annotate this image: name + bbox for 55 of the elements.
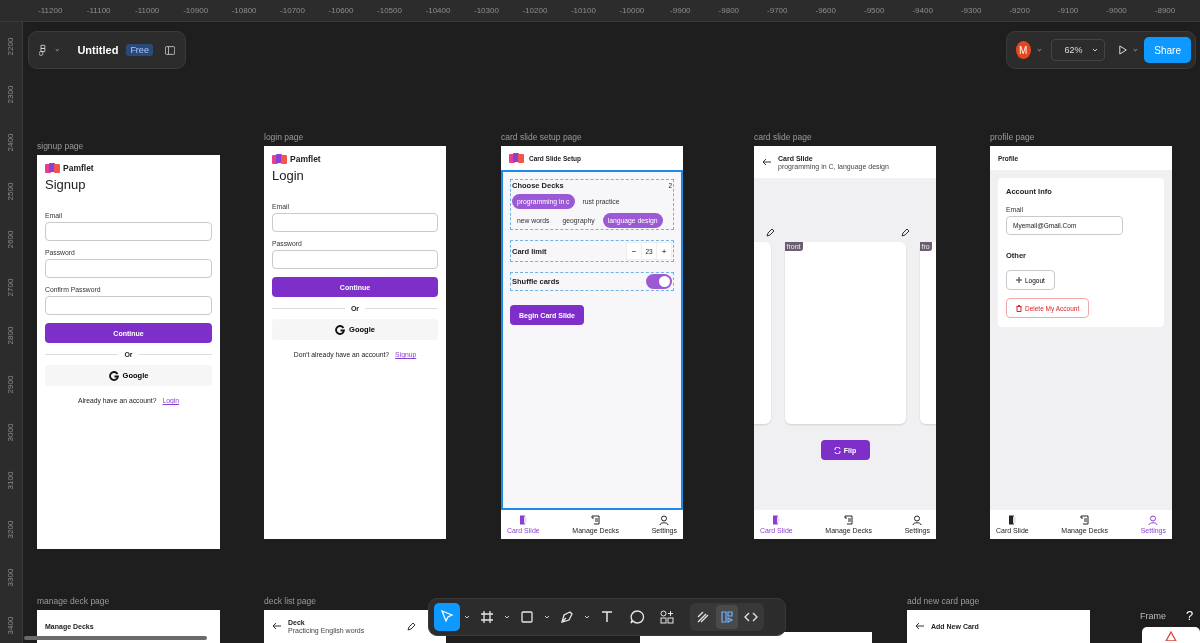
ruler-label: 2500 [6, 182, 16, 200]
brand-name: Pamflet [63, 163, 94, 173]
ruler-label: -10000 [618, 5, 646, 17]
ruler-label: -10200 [521, 5, 549, 17]
help-button[interactable]: ? [1186, 608, 1194, 623]
ruler-label: -10100 [569, 5, 597, 17]
ruler-label: -10700 [279, 5, 307, 17]
ruler-label: -10600 [327, 5, 355, 17]
ruler-label: -10900 [182, 5, 210, 17]
ruler-label: -9200 [1008, 5, 1031, 17]
ruler-label: 3300 [6, 568, 16, 587]
plan-badge: Free [126, 44, 153, 56]
ruler-label: 2800 [6, 327, 16, 345]
ruler-label: -9500 [862, 5, 886, 17]
frame-label[interactable]: card slide page [754, 132, 812, 142]
ruler-label: 3000 [6, 423, 16, 442]
frame-label[interactable]: manage deck page [37, 596, 110, 606]
ruler-label: -9800 [717, 5, 741, 17]
ruler-label: -11200 [37, 5, 64, 17]
ruler-label: -9100 [1056, 5, 1080, 17]
brand-name: Pamflet [290, 154, 321, 164]
ruler-label: -9700 [766, 5, 789, 17]
ruler-label: -10300 [473, 5, 500, 17]
frame-label[interactable]: signup page [37, 141, 84, 151]
frame-label[interactable]: add new card page [907, 596, 980, 606]
ruler-label: 2600 [6, 230, 16, 249]
user-avatar[interactable]: M [1016, 41, 1031, 59]
ruler-label: 2300 [6, 85, 16, 104]
ruler-label: -9900 [669, 5, 692, 17]
ruler-label: 3200 [6, 520, 16, 538]
ruler-label: -10400 [424, 5, 452, 17]
layer-type-label: Frame [1140, 610, 1166, 621]
frame-label[interactable]: login page [264, 132, 304, 142]
ruler-label: -9300 [959, 5, 983, 17]
ruler-label: -10500 [376, 5, 403, 17]
ruler-label: 2400 [6, 133, 16, 152]
page-title: Login [272, 168, 305, 183]
page-title: Signup [45, 177, 87, 192]
ruler-label: 2900 [6, 375, 16, 394]
ruler-label: 2200 [6, 37, 16, 56]
frame-label[interactable]: deck list page [264, 596, 316, 606]
frame-label[interactable]: card slide setup page [501, 132, 582, 142]
ruler-label: -9600 [814, 5, 837, 17]
ruler-label: -9400 [911, 5, 934, 17]
ruler-label: 3100 [6, 471, 16, 490]
ruler-label: -10800 [230, 5, 258, 17]
file-name[interactable]: Untitled [77, 44, 119, 56]
zoom-dropdown[interactable]: 62% [1051, 39, 1106, 61]
ruler-label: 3400 [6, 616, 16, 635]
ruler-label: -8900 [1153, 5, 1177, 17]
ruler-label: -9000 [1105, 5, 1128, 17]
ruler-label: 2700 [6, 278, 16, 297]
frame-label[interactable]: profile page [990, 132, 1035, 142]
ruler-label: -11100 [85, 5, 112, 17]
ruler-label: -11000 [134, 5, 161, 17]
